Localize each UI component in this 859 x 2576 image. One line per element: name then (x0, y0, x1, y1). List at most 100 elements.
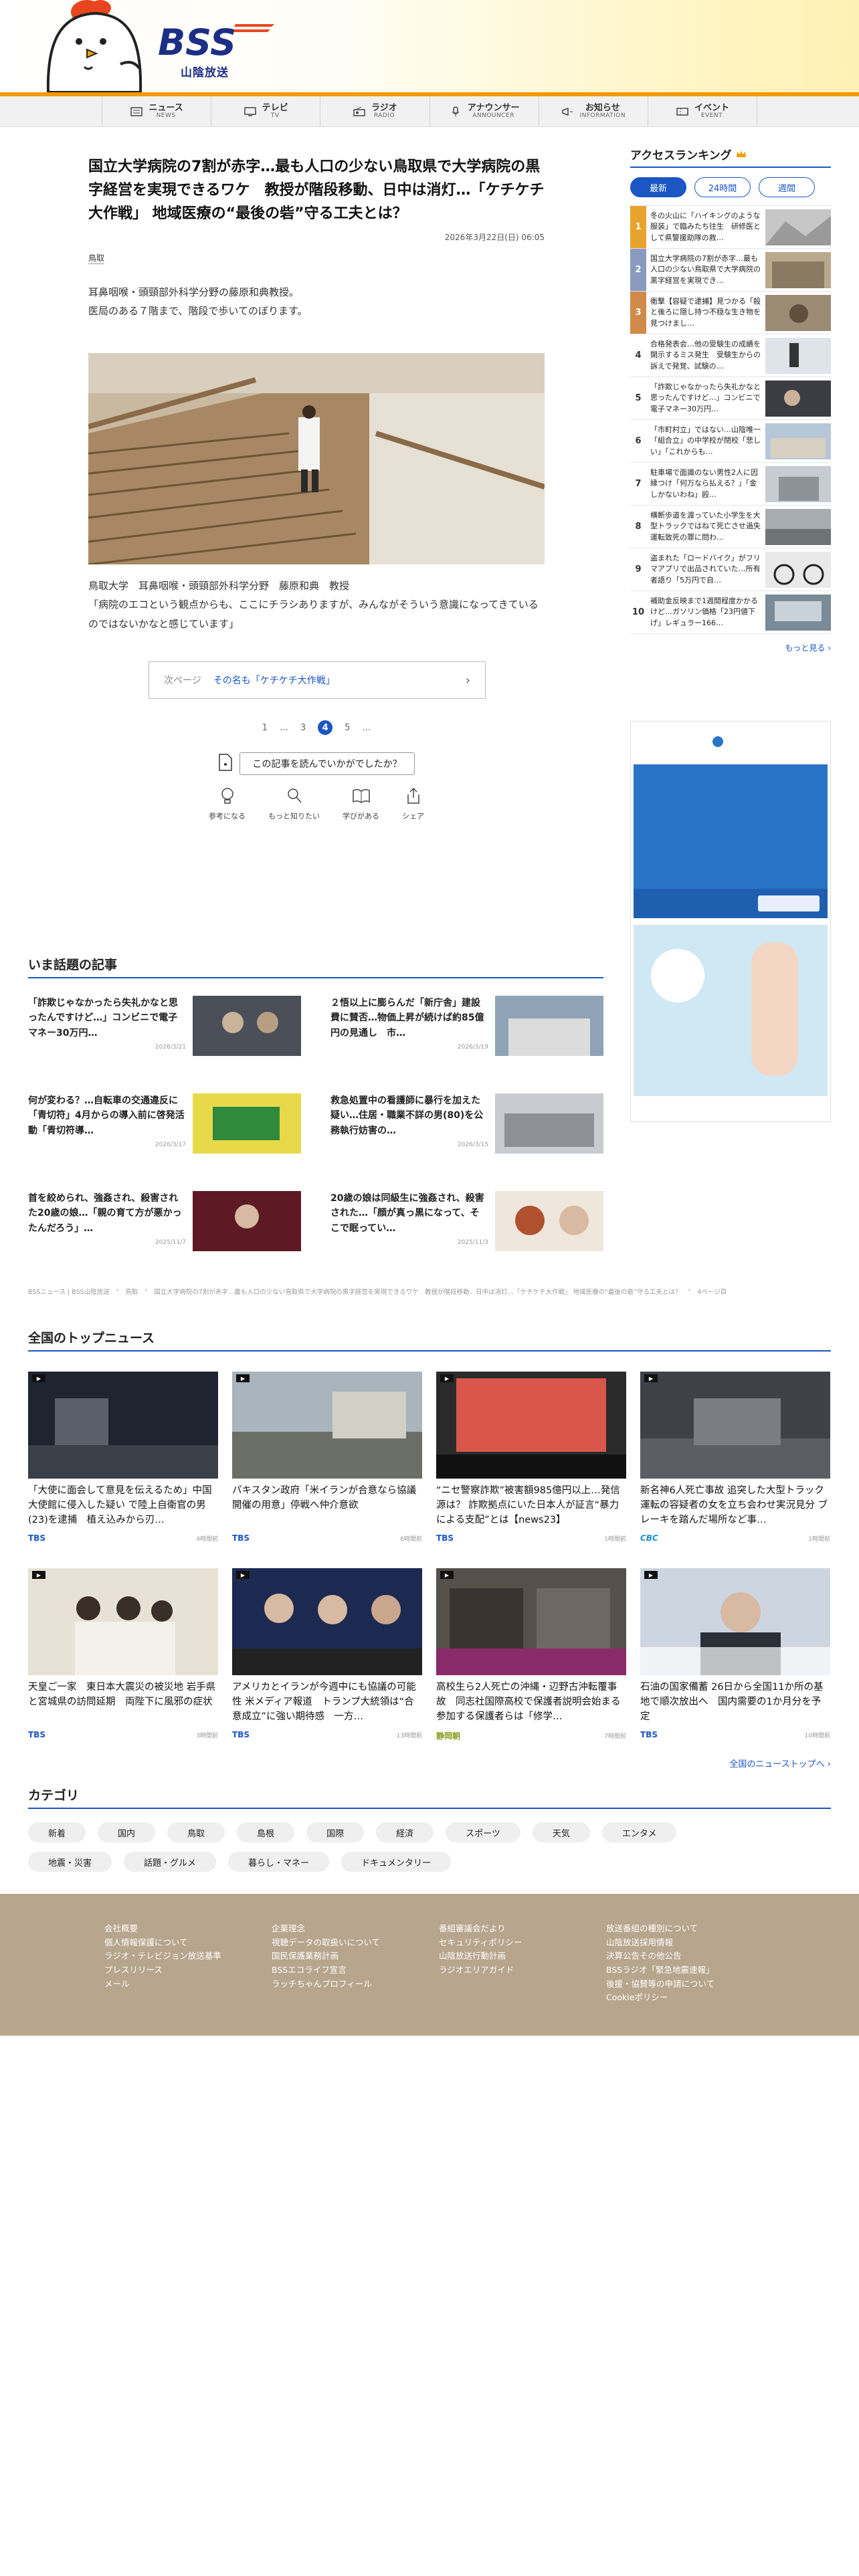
popular-item[interactable]: 首を絞められ、強姦され、殺害された20歳の娘…「親の育て方が悪かったんだろう」…… (28, 1191, 301, 1266)
article-category-link[interactable]: 鳥取 (88, 252, 105, 264)
category-pill[interactable]: 地震・災害 (28, 1852, 112, 1872)
national-news-item[interactable]: ▶ 「大使に面会して意見を伝えるため」中国大使館に侵入した疑い で陸上自衛官の男(… (28, 1372, 218, 1549)
news-title: “ニセ警察詐欺”被害額985億円以上…発信源は？ 詐欺拠点にいた日本人が証言“暴… (436, 1485, 620, 1525)
footer-link[interactable]: プレスリリース (104, 1963, 272, 1977)
rank-number: 6 (635, 436, 642, 446)
ranking-item[interactable]: 2 国立大学病院の7割が赤字…最も人口の少ない鳥取県で大学病院の黒字経営を実現でき… (630, 249, 831, 292)
rank-title: 補助金反映まで1週間程度かかるけど…ガソリン価格「23円値下げ」レギュラー166… (650, 596, 758, 627)
category-pill[interactable]: 天気 (532, 1822, 590, 1842)
popular-item[interactable]: 何が変わる？…自転車の交通違反に「青切符」4月からの導入前に啓発活動「青切符導…… (28, 1093, 301, 1168)
mascot-character[interactable] (41, 0, 155, 92)
nav-sublabel: ANNOUNCER (472, 112, 514, 120)
ranking-item[interactable]: 7 駐車場で面識のない男性2人に因縁つけ「何万なら払える？」「金しかないわね」殴… (630, 463, 831, 506)
nav-information[interactable]: お知らせ INFORMATION (539, 96, 648, 127)
national-news-item[interactable]: ▶ “ニセ警察詐欺”被害額985億円以上…発信源は？ 詐欺拠点にいた日本人が証言“… (436, 1372, 626, 1549)
reaction-more-button[interactable]: もっと知りたい (268, 787, 320, 821)
ranking-tab-24h[interactable]: 24時間 (694, 177, 751, 197)
footer-link[interactable]: 個人情報保護について (104, 1936, 272, 1950)
category-pill[interactable]: 新着 (28, 1822, 86, 1842)
national-more-link[interactable]: 全国のニューストップへ › (28, 1757, 831, 1769)
footer-link[interactable]: ラジオエリアガイド (439, 1963, 606, 1977)
ranking-item[interactable]: 5 「詐欺じゃなかったら失礼かなと思ったんですけど…」コンビニで電子マネー30万円… (630, 377, 831, 420)
ranking-item[interactable]: 4 合格発表会…他の受験生の成績を開示するミス発生 受験生からの訴えで発覚、試験の… (630, 334, 831, 377)
footer-link[interactable]: メール (104, 1977, 272, 1992)
breadcrumb-item[interactable]: 鳥取 (125, 1287, 138, 1296)
reaction-helpful-button[interactable]: 参考になる (209, 787, 246, 821)
page-link[interactable]: 1 (262, 723, 268, 733)
ranking-item[interactable]: 10 補助金反映まで1週間程度かかるけど…ガソリン価格「23円値下げ」レギュラー1… (630, 591, 831, 634)
page-link[interactable]: 3 (300, 723, 306, 733)
breadcrumb-item[interactable]: 国立大学病院の7割が赤字…最も人口の少ない鳥取県で大学病院の黒字経営を実現できる… (154, 1287, 681, 1296)
ranking-tab-weekly[interactable]: 週間 (759, 177, 815, 197)
nav-news[interactable]: ニュース NEWS (102, 96, 212, 127)
category-pill[interactable]: 暮らし・マネー (228, 1852, 330, 1872)
page-link[interactable]: 5 (345, 723, 350, 733)
news-thumbnail: ▶ (232, 1568, 422, 1675)
popular-item[interactable]: 「詐欺じゃなかったら失礼かなと思ったんですけど…」コンビニで電子マネー30万円…… (28, 996, 301, 1071)
article-caption: 鳥取大学 耳鼻咽喉・頭頸部外科学分野 藤原和典 教授 「病院のエコという観点からも… (88, 576, 545, 634)
footer-link[interactable]: 企業理念 (272, 1922, 439, 1936)
national-news-item[interactable]: ▶ パキスタン政府「米イランが合意なら協議開催の用意」停戦へ仲介意欲 TBS 6時間前 (232, 1372, 422, 1549)
nav-event[interactable]: イベント EVENT (648, 96, 758, 127)
popular-item[interactable]: 救急処置中の看護師に暴行を加えた疑い…住居・職業不詳の男(80)を公務執行妨害の… (330, 1093, 603, 1168)
ranking-more-link[interactable]: もっと見る › (630, 642, 831, 653)
nav-sublabel: INFORMATION (579, 112, 626, 120)
nav-radio[interactable]: ラジオ RADIO (320, 96, 430, 127)
nav-tv[interactable]: テレビ TV (211, 96, 321, 127)
share-button[interactable]: シェア (402, 787, 424, 821)
category-pill[interactable]: ドキュメンタリー (341, 1852, 452, 1872)
next-page-link[interactable]: 次ページ その名も「ケチケチ大作戦」 › (149, 661, 486, 700)
footer-link[interactable]: 視聴データの取扱いについて (272, 1936, 439, 1950)
category-pill[interactable]: エンタメ (601, 1822, 677, 1842)
national-news-item[interactable]: ▶ アメリカとイランが今週中にも協議の可能性 米メディア報道 トランプ大統領は“合… (232, 1568, 422, 1746)
popular-item[interactable]: ２悟以上に膨らんだ「新庁舎」建設費に賛否…物価上昇が続けば約85億円の見通し 市… (330, 996, 603, 1071)
national-news-item[interactable]: ▶ 天皇ご一家 東日本大震災の被災地 岩手県と宮城県の訪問延期 両陛下に風邪の症状… (28, 1568, 218, 1746)
footer-link[interactable]: 国民保護業務計画 (272, 1949, 439, 1963)
popular-date: 2026/3/17 (155, 1142, 186, 1148)
footer-link[interactable]: BSSラジオ「緊急地震速報」 (606, 1963, 773, 1977)
category-pill[interactable]: 島根 (237, 1822, 295, 1842)
footer-link[interactable]: 番組審議会だより (439, 1922, 606, 1936)
footer-link[interactable]: 山陰放送行動計画 (439, 1949, 606, 1963)
category-pill[interactable]: 経済 (376, 1822, 434, 1842)
category-pill[interactable]: 話題・グルメ (124, 1852, 217, 1872)
footer-link[interactable]: 放送番組の種別について (606, 1922, 773, 1936)
popular-title: 20歳の娘は同級生に強姦され、殺害された…「顔が真っ黒になって、そこで眠ってい… (330, 1193, 484, 1234)
ranking-item[interactable]: 8 横断歩道を渡っていた小学生を大型トラックではねて死亡させ過失運転致死の罪に問わ… (630, 506, 831, 548)
ranking-item[interactable]: 3 衝撃【容疑で逮捕】見つかる「殺と後ろに隠し持つ不穏な生き物を見つけまし… (630, 292, 831, 334)
national-news-item[interactable]: ▶ 石油の国家備蓄 26日から全国11か所の基地で順次放出へ 国内需要の1か月分を… (640, 1568, 830, 1746)
rank-thumbnail (765, 551, 831, 588)
national-news-item[interactable]: ▶ 新名神6人死亡事故 追突した大型トラック運転の容疑者の女を立ち会わせ実況見分 … (640, 1372, 830, 1549)
footer-link[interactable]: BSSエコライフ宣言 (272, 1963, 439, 1977)
news-thumbnail: ▶ (436, 1372, 626, 1479)
bss-logo[interactable]: BSS (155, 20, 276, 63)
next-page-title: その名も「ケチケチ大作戦」 (213, 675, 335, 687)
category-pill[interactable]: 国際 (306, 1822, 365, 1842)
category-pill[interactable]: 鳥取 (167, 1822, 225, 1842)
reaction-learn-button[interactable]: 学びがある (343, 787, 379, 821)
ranking-item[interactable]: 1 冬の火山に「ハイキングのような服装」で臨みたち往生 研修医として県警援助隊の救… (630, 206, 831, 249)
nav-announcer[interactable]: アナウンサー ANNOUNCER (430, 96, 539, 127)
footer-link[interactable]: 決算公告その他公告 (606, 1949, 773, 1963)
ranking-tab-latest[interactable]: 最新 (630, 177, 686, 197)
ranking-item[interactable]: 6 「市町村立」ではない…山陰唯一「組合立」の中学校が閉校「悲しい」「これからも… (630, 420, 831, 463)
popular-item[interactable]: 20歳の娘は同級生に強姦され、殺害された…「顔が真っ黒になって、そこで眠ってい…… (330, 1191, 603, 1266)
footer-link[interactable]: 山陰放送採用情報 (606, 1936, 773, 1950)
news-thumbnail: ▶ (640, 1372, 830, 1479)
footer-link[interactable]: Cookieポリシー (606, 1991, 773, 2005)
footer-link[interactable]: 後援・協賛等の申請について (606, 1977, 773, 1992)
national-news-item[interactable]: ▶ 高校生ら2人死亡の沖縄・辺野古沖転覆事故 同志社国際高校で保護者説明会始まる … (436, 1568, 626, 1746)
category-pill[interactable]: 国内 (98, 1822, 156, 1842)
footer-link[interactable]: ラジオ・テレビジョン放送基準 (104, 1949, 272, 1963)
crown-icon (736, 148, 747, 161)
chevron-right-icon: › (465, 673, 470, 687)
breadcrumb-item[interactable]: BSSニュース | BSS山陰放送 (28, 1287, 110, 1296)
footer-link[interactable]: ラッチちゃんプロフィール (272, 1977, 439, 1992)
nav-sublabel: NEWS (156, 112, 176, 120)
advertisement[interactable] (630, 721, 831, 1122)
footer-link[interactable]: 会社概要 (104, 1922, 272, 1936)
ranking-item[interactable]: 9 盗まれた「ロードバイク」がフリマアプリで出品されていた…所有者語り「5万円で自… (630, 548, 831, 591)
rank-thumbnail (765, 594, 831, 631)
footer-link[interactable]: セキュリティポリシー (439, 1936, 606, 1950)
category-pill[interactable]: スポーツ (446, 1822, 520, 1842)
